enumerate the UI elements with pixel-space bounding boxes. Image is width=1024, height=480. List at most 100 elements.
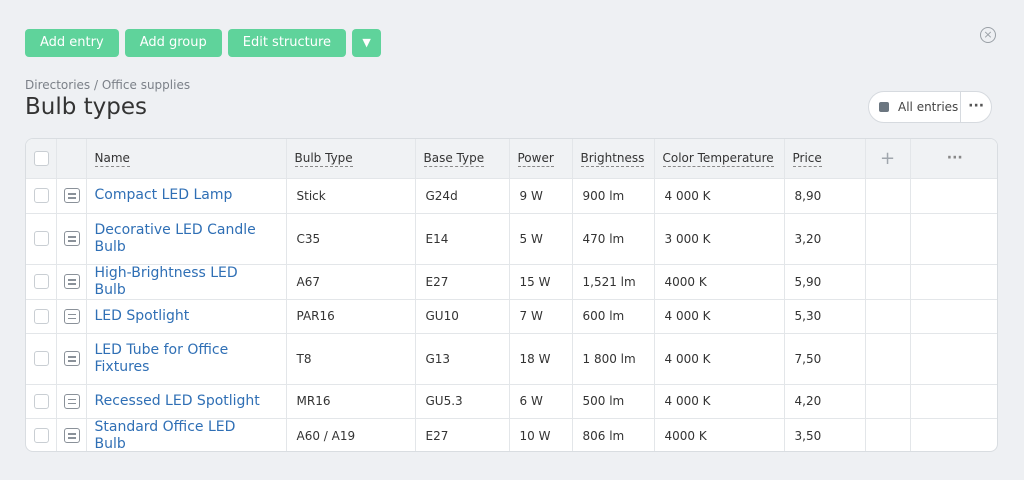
brightness-cell: 500 lm — [572, 384, 655, 419]
toolbar: Add entry Add group Edit structure ▼ — [25, 29, 382, 57]
price-cell: 3,50 — [784, 418, 866, 451]
bulb-type-cell: PAR16 — [286, 299, 416, 334]
column-header-bulb-type[interactable]: Bulb Type — [286, 139, 416, 179]
power-cell: 5 W — [509, 213, 573, 265]
table-row[interactable]: LED Tube for Office Fixtures T8 G13 18 W1 8… — [26, 333, 997, 385]
power-cell: 9 W — [509, 178, 573, 214]
price-cell: 8,90 — [784, 178, 866, 214]
entry-name-link[interactable]: High-Brightness LED Bulb — [86, 264, 287, 300]
row-checkbox[interactable] — [34, 428, 49, 443]
base-type-cell: E27 — [415, 264, 510, 300]
entry-card-icon[interactable] — [63, 274, 80, 289]
row-checkbox[interactable] — [34, 274, 49, 289]
base-type-cell: E27 — [415, 418, 510, 451]
breadcrumb: Directories / Office supplies — [25, 78, 191, 92]
color-temperature-cell: 4000 K — [654, 418, 785, 451]
entry-card-icon[interactable] — [63, 428, 80, 443]
row-checkbox[interactable] — [34, 393, 49, 409]
price-cell: 5,30 — [784, 299, 866, 334]
bulb-type-cell: A60 / A19 — [286, 418, 416, 451]
empty-cell — [865, 299, 911, 334]
empty-cell — [865, 333, 911, 385]
column-header-label: Base Type — [423, 151, 485, 168]
edit-structure-button[interactable]: Edit structure — [227, 29, 347, 57]
empty-cell — [910, 264, 997, 300]
bulb-type-cell: Stick — [286, 178, 416, 214]
row-checkbox[interactable] — [34, 231, 49, 246]
brightness-cell: 600 lm — [572, 299, 655, 334]
entry-card-icon[interactable] — [63, 188, 80, 203]
column-header-brightness[interactable]: Brightness — [572, 139, 655, 179]
base-type-cell: G13 — [415, 333, 510, 385]
brightness-cell: 900 lm — [572, 178, 655, 214]
column-header-price[interactable]: Price — [784, 139, 866, 179]
row-checkbox-cell — [26, 178, 57, 214]
entry-name-link[interactable]: Recessed LED Spotlight — [86, 384, 287, 419]
price-cell: 5,90 — [784, 264, 866, 300]
filter-all-entries-button[interactable]: All entries — [869, 92, 960, 122]
row-checkbox-cell — [26, 299, 57, 334]
entry-name-link[interactable]: LED Spotlight — [86, 299, 287, 334]
column-header-name[interactable]: Name — [86, 139, 287, 179]
add-group-button[interactable]: Add group — [124, 29, 222, 57]
entries-table: Name Bulb Type Base Type Power Brightnes… — [25, 138, 998, 452]
power-cell: 18 W — [509, 333, 573, 385]
table-row[interactable]: High-Brightness LED Bulb A67 E27 15 W 1,521 … — [26, 264, 997, 300]
row-checkbox[interactable] — [34, 351, 49, 366]
empty-cell — [865, 418, 911, 451]
close-icon[interactable]: × — [980, 27, 996, 43]
color-temperature-cell: 4 000 K — [654, 384, 785, 419]
column-header-color-temperature[interactable]: Color Temperature — [654, 139, 785, 179]
empty-cell — [865, 264, 911, 300]
filter-more-icon[interactable]: ··· — [960, 92, 991, 122]
row-checkbox-cell — [26, 264, 57, 300]
column-header-label: Name — [94, 151, 130, 168]
base-type-cell: GU10 — [415, 299, 510, 334]
entry-name-link[interactable]: LED Tube for Office Fixtures — [86, 333, 287, 385]
power-cell: 6 W — [509, 384, 573, 419]
price-cell: 7,50 — [784, 333, 866, 385]
entry-card-icon[interactable] — [63, 351, 80, 366]
color-temperature-cell: 4 000 K — [654, 299, 785, 334]
column-header-power[interactable]: Power — [509, 139, 573, 179]
column-header-label: Color Temperature — [662, 151, 774, 168]
row-icon-cell — [56, 299, 87, 334]
brightness-cell: 806 lm — [572, 418, 655, 451]
base-type-cell: G24d — [415, 178, 510, 214]
row-checkbox-cell — [26, 333, 57, 385]
row-checkbox[interactable] — [34, 308, 49, 324]
entry-card-icon[interactable] — [63, 231, 80, 246]
table-row[interactable]: Decorative LED Candle Bulb C35 E14 5 W 470 l… — [26, 213, 997, 265]
table-row[interactable]: LED Spotlight PAR16 GU10 7 W 600 lm 4 000 K 5,… — [26, 299, 997, 334]
base-type-cell: E14 — [415, 213, 510, 265]
empty-cell — [910, 213, 997, 265]
row-checkbox-cell — [26, 213, 57, 265]
bulb-type-cell: A67 — [286, 264, 416, 300]
empty-cell — [910, 299, 997, 334]
table-row[interactable]: Recessed LED Spotlight MR16 GU5.3 6 W 500 lm… — [26, 384, 997, 419]
add-column-icon[interactable]: + — [865, 139, 911, 179]
entry-name-link[interactable]: Standard Office LED Bulb — [86, 418, 287, 451]
entry-name-link[interactable]: Decorative LED Candle Bulb — [86, 213, 287, 265]
entry-name-link[interactable]: Compact LED Lamp — [86, 178, 287, 214]
add-entry-button[interactable]: Add entry — [25, 29, 119, 57]
table-body: Compact LED Lamp Stick G24d 9 W 900 lm 4 000 … — [26, 178, 997, 451]
column-header-label: Power — [517, 151, 554, 168]
row-checkbox[interactable] — [34, 188, 49, 203]
select-all-checkbox[interactable] — [34, 150, 49, 166]
entry-card-icon[interactable] — [63, 393, 80, 409]
entry-card-icon[interactable] — [63, 308, 80, 324]
row-checkbox-cell — [26, 418, 57, 451]
row-icon-cell — [56, 333, 87, 385]
table-row[interactable]: Standard Office LED Bulb A60 / A19 E27 10 W… — [26, 418, 997, 451]
color-temperature-cell: 3 000 K — [654, 213, 785, 265]
filter-label: All entries — [898, 100, 959, 114]
more-columns-icon[interactable]: ··· — [910, 139, 997, 179]
column-header-base-type[interactable]: Base Type — [415, 139, 510, 179]
row-checkbox-cell — [26, 384, 57, 419]
empty-cell — [910, 333, 997, 385]
brightness-cell: 1,521 lm — [572, 264, 655, 300]
dropdown-arrow-button[interactable]: ▼ — [352, 29, 382, 57]
table-row[interactable]: Compact LED Lamp Stick G24d 9 W 900 lm 4 000 … — [26, 178, 997, 214]
bulb-type-cell: T8 — [286, 333, 416, 385]
